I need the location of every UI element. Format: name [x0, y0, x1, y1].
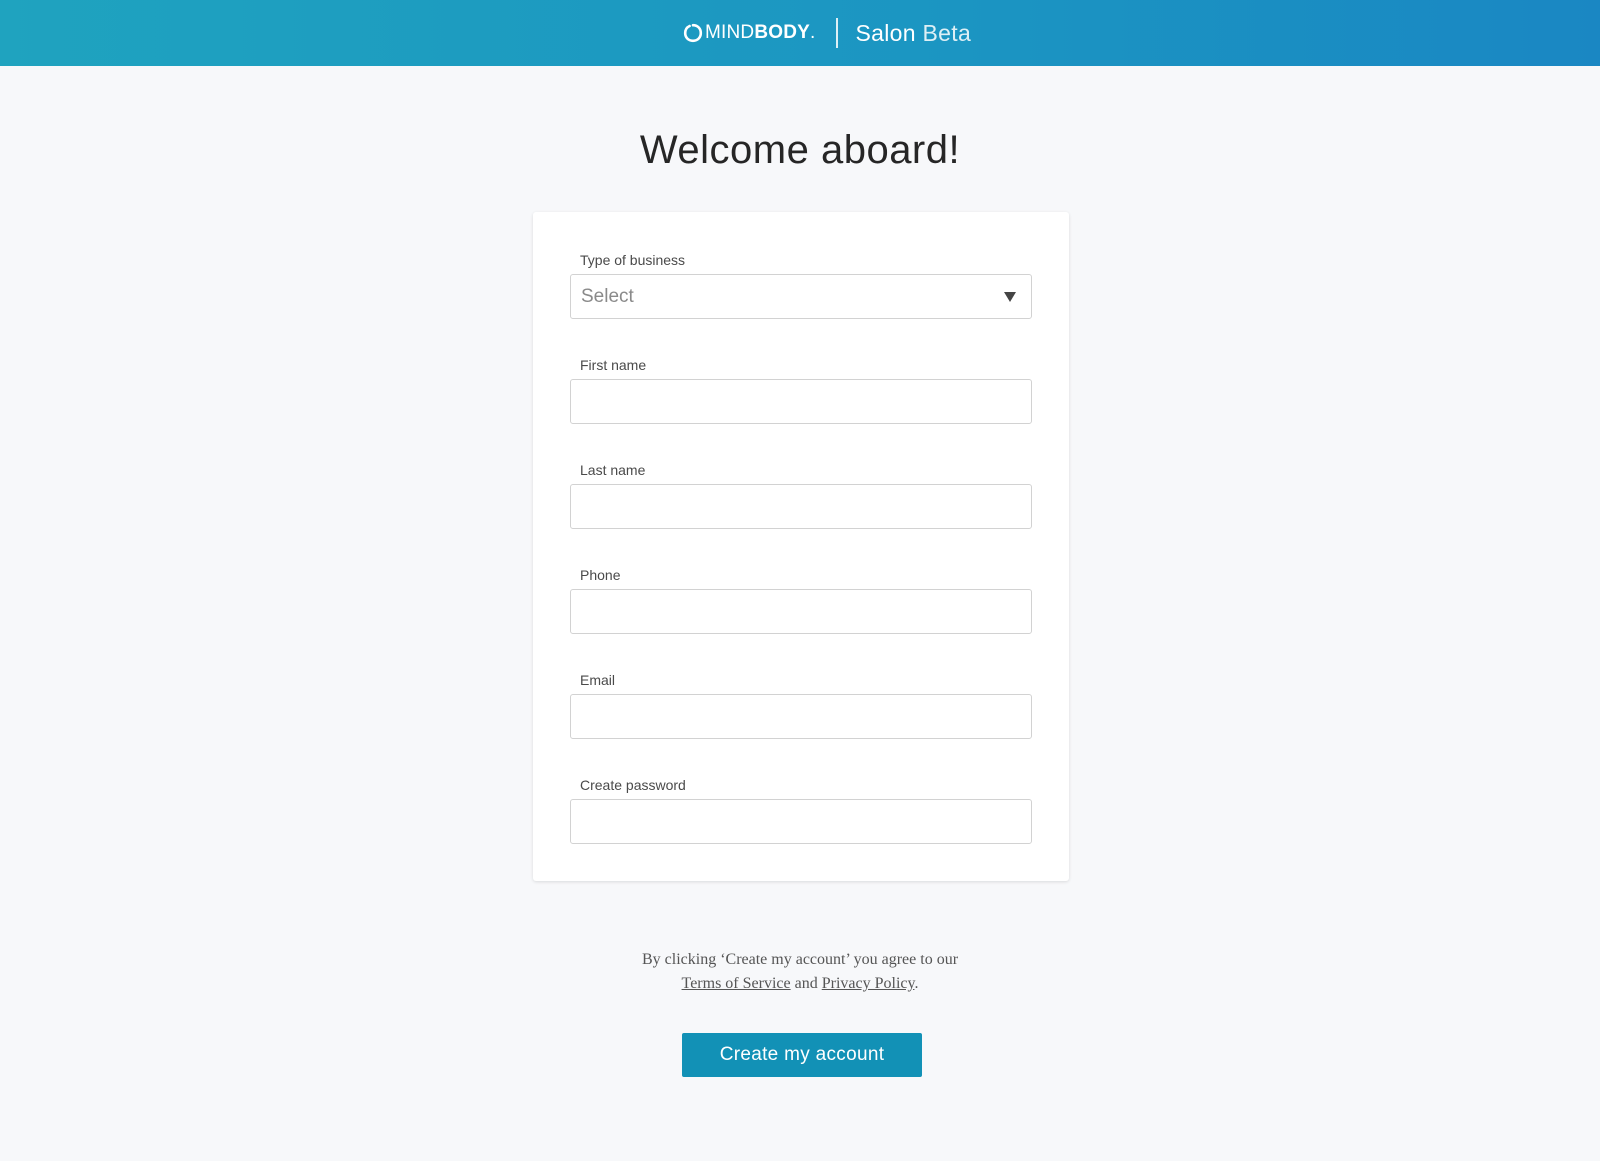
logo-text-mind: MIND — [704, 22, 755, 43]
privacy-policy-link[interactable]: Privacy Policy — [822, 975, 915, 992]
first-name-input[interactable] — [570, 379, 1032, 424]
phone-input[interactable] — [570, 589, 1032, 634]
password-label: Create password — [580, 777, 686, 793]
create-account-button[interactable]: Create my account — [682, 1033, 922, 1077]
terms-notice-text: By clicking ‘Create my account’ you agre… — [641, 951, 959, 968]
phone-field: Phone — [570, 566, 1032, 634]
terms-notice: By clicking ‘Create my account’ you agre… — [0, 948, 1600, 996]
beta-tag: Beta — [922, 19, 972, 46]
page-title: Welcome aboard! — [639, 128, 961, 172]
product-name-text: Salon — [855, 19, 916, 46]
top-bar: MIND BODY. Salon Beta — [0, 0, 1600, 66]
first-name-label: First name — [580, 357, 647, 373]
last-name-label: Last name — [580, 462, 646, 478]
terms-and-text: and — [794, 975, 818, 992]
brand-divider — [835, 18, 838, 48]
signup-form-card: Type of business Select First name Last … — [533, 212, 1069, 881]
phone-label: Phone — [580, 567, 621, 583]
mindbody-ring-icon — [683, 23, 703, 43]
business-type-label: Type of business — [580, 252, 686, 268]
password-field: Create password — [570, 776, 1032, 844]
logo-text-body: BODY — [754, 22, 811, 43]
email-label: Email — [580, 672, 616, 688]
business-type-field: Type of business Select — [570, 251, 1032, 319]
terms-suffix: . — [914, 975, 919, 992]
business-type-select[interactable]: Select — [570, 274, 1032, 319]
terms-of-service-link[interactable]: Terms of Service — [682, 975, 791, 992]
first-name-field: First name — [570, 356, 1032, 424]
business-type-selected-value: Select — [581, 286, 634, 307]
email-field: Email — [570, 671, 1032, 739]
product-name: Salon Beta — [856, 20, 972, 47]
terms-notice-links: Terms of Service and Privacy Policy. — [0, 972, 1600, 996]
logo-mark: . — [810, 22, 816, 43]
email-input[interactable] — [570, 694, 1032, 739]
brand-lockup: MIND BODY. Salon Beta — [0, 0, 1600, 66]
last-name-field: Last name — [570, 461, 1032, 529]
password-input[interactable] — [570, 799, 1032, 844]
last-name-input[interactable] — [570, 484, 1032, 529]
caret-down-icon — [1004, 292, 1016, 302]
mindbody-logo[interactable]: MIND BODY. — [683, 22, 816, 44]
